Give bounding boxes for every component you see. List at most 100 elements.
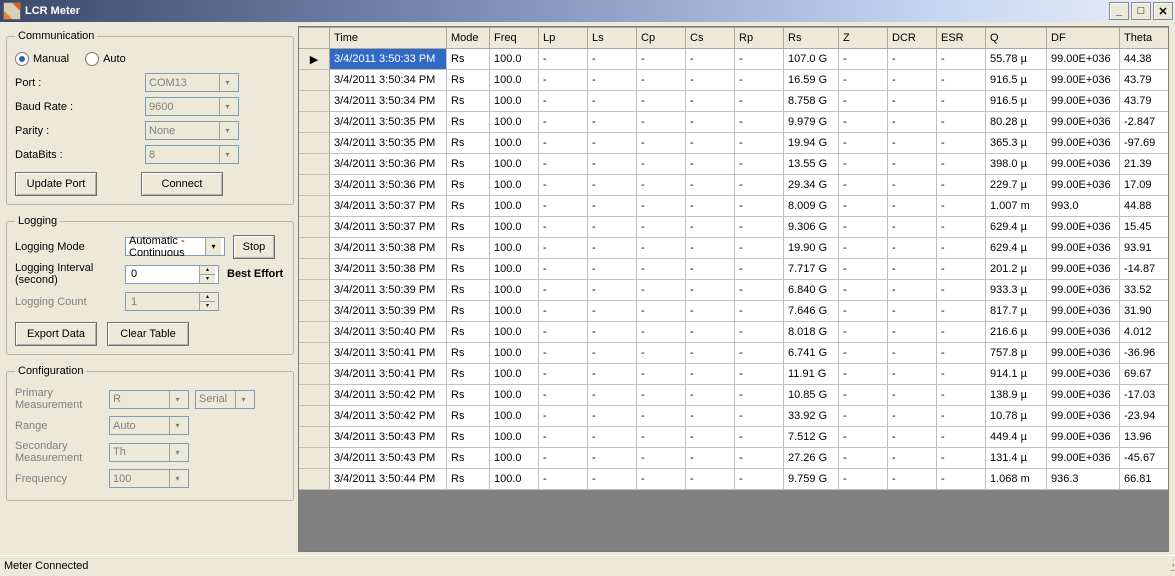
cell[interactable]: 933.3 µ [986, 280, 1047, 301]
cell[interactable]: 365.3 µ [986, 133, 1047, 154]
cell[interactable]: 216.6 µ [986, 322, 1047, 343]
cell[interactable]: 757.8 µ [986, 343, 1047, 364]
cell[interactable]: Rs [447, 196, 490, 217]
cell[interactable]: - [686, 469, 735, 490]
cell[interactable]: - [539, 364, 588, 385]
cell[interactable]: - [637, 133, 686, 154]
table-row[interactable]: 3/4/2011 3:50:37 PMRs100.0-----9.306 G--… [299, 217, 1169, 238]
cell[interactable]: - [937, 385, 986, 406]
cell[interactable]: - [588, 133, 637, 154]
cell[interactable]: 99.00E+036 [1047, 301, 1120, 322]
cell[interactable]: Rs [447, 70, 490, 91]
cell[interactable]: - [888, 301, 937, 322]
cell[interactable]: - [888, 280, 937, 301]
cell[interactable]: - [888, 154, 937, 175]
table-row[interactable]: 3/4/2011 3:50:39 PMRs100.0-----7.646 G--… [299, 301, 1169, 322]
cell[interactable]: 3/4/2011 3:50:43 PM [330, 427, 447, 448]
cell[interactable]: - [937, 322, 986, 343]
cell[interactable]: - [735, 154, 784, 175]
cell[interactable]: - [686, 343, 735, 364]
cell[interactable]: - [588, 49, 637, 70]
cell[interactable]: 100.0 [490, 259, 539, 280]
cell[interactable]: - [888, 364, 937, 385]
cell[interactable]: - [888, 112, 937, 133]
cell[interactable]: - [735, 343, 784, 364]
export-data-button[interactable]: Export Data [15, 322, 97, 346]
column-header[interactable]: Q [986, 28, 1047, 49]
cell[interactable]: - [686, 280, 735, 301]
column-header[interactable]: Lp [539, 28, 588, 49]
cell[interactable]: - [539, 322, 588, 343]
cell[interactable]: 398.0 µ [986, 154, 1047, 175]
cell[interactable]: - [686, 70, 735, 91]
cell[interactable]: - [588, 238, 637, 259]
cell[interactable]: 4.012 [1120, 322, 1170, 343]
parity-combo[interactable]: None ▾ [145, 121, 239, 140]
row-header[interactable] [299, 301, 330, 322]
cell[interactable]: 201.2 µ [986, 259, 1047, 280]
cell[interactable]: 99.00E+036 [1047, 70, 1120, 91]
cell[interactable]: - [539, 427, 588, 448]
row-header[interactable] [299, 91, 330, 112]
cell[interactable]: - [539, 301, 588, 322]
cell[interactable]: - [888, 91, 937, 112]
cell[interactable]: 99.00E+036 [1047, 343, 1120, 364]
cell[interactable]: - [735, 448, 784, 469]
cell[interactable]: - [637, 364, 686, 385]
cell[interactable]: 100.0 [490, 322, 539, 343]
cell[interactable]: 10.78 µ [986, 406, 1047, 427]
cell[interactable]: - [937, 70, 986, 91]
spinner-icon[interactable]: ▴▾ [199, 293, 215, 310]
cell[interactable]: 1.007 m [986, 196, 1047, 217]
table-row[interactable]: 3/4/2011 3:50:37 PMRs100.0-----8.009 G--… [299, 196, 1169, 217]
cell[interactable]: 229.7 µ [986, 175, 1047, 196]
table-row[interactable]: 3/4/2011 3:50:34 PMRs100.0-----8.758 G--… [299, 91, 1169, 112]
cell[interactable]: 1.068 m [986, 469, 1047, 490]
column-header[interactable]: Rs [784, 28, 839, 49]
cell[interactable]: - [637, 112, 686, 133]
table-row[interactable]: 3/4/2011 3:50:44 PMRs100.0-----9.759 G--… [299, 469, 1169, 490]
cell[interactable]: - [588, 175, 637, 196]
column-header[interactable]: Freq [490, 28, 539, 49]
cell[interactable]: 6.741 G [784, 343, 839, 364]
secondary-meas-combo[interactable]: Th ▾ [109, 443, 189, 462]
cell[interactable]: - [539, 196, 588, 217]
serial-combo[interactable]: Serial ▾ [195, 390, 255, 409]
cell[interactable]: - [686, 133, 735, 154]
row-header[interactable] [299, 112, 330, 133]
cell[interactable]: 3/4/2011 3:50:35 PM [330, 133, 447, 154]
cell[interactable]: 10.85 G [784, 385, 839, 406]
cell[interactable]: - [937, 280, 986, 301]
cell[interactable]: - [937, 427, 986, 448]
cell[interactable]: - [937, 238, 986, 259]
cell[interactable]: - [539, 217, 588, 238]
cell[interactable]: - [686, 259, 735, 280]
cell[interactable]: Rs [447, 406, 490, 427]
cell[interactable]: 19.94 G [784, 133, 839, 154]
cell[interactable]: - [588, 448, 637, 469]
cell[interactable]: 99.00E+036 [1047, 133, 1120, 154]
cell[interactable]: - [588, 385, 637, 406]
table-row[interactable]: 3/4/2011 3:50:35 PMRs100.0-----9.979 G--… [299, 112, 1169, 133]
cell[interactable]: 3/4/2011 3:50:33 PM [330, 49, 447, 70]
cell[interactable]: - [637, 49, 686, 70]
cell[interactable]: 29.34 G [784, 175, 839, 196]
cell[interactable]: -23.94 [1120, 406, 1170, 427]
cell[interactable]: - [735, 259, 784, 280]
column-header[interactable]: Cs [686, 28, 735, 49]
cell[interactable]: - [686, 301, 735, 322]
row-header[interactable] [299, 322, 330, 343]
column-header[interactable]: Mode [447, 28, 490, 49]
cell[interactable]: 13.96 [1120, 427, 1170, 448]
cell[interactable]: 100.0 [490, 196, 539, 217]
cell[interactable]: - [588, 406, 637, 427]
cell[interactable]: - [888, 259, 937, 280]
cell[interactable]: Rs [447, 91, 490, 112]
row-header[interactable] [299, 469, 330, 490]
cell[interactable]: 7.717 G [784, 259, 839, 280]
cell[interactable]: 69.67 [1120, 364, 1170, 385]
cell[interactable]: - [735, 49, 784, 70]
cell[interactable]: - [937, 112, 986, 133]
cell[interactable]: 100.0 [490, 427, 539, 448]
cell[interactable]: 916.5 µ [986, 70, 1047, 91]
